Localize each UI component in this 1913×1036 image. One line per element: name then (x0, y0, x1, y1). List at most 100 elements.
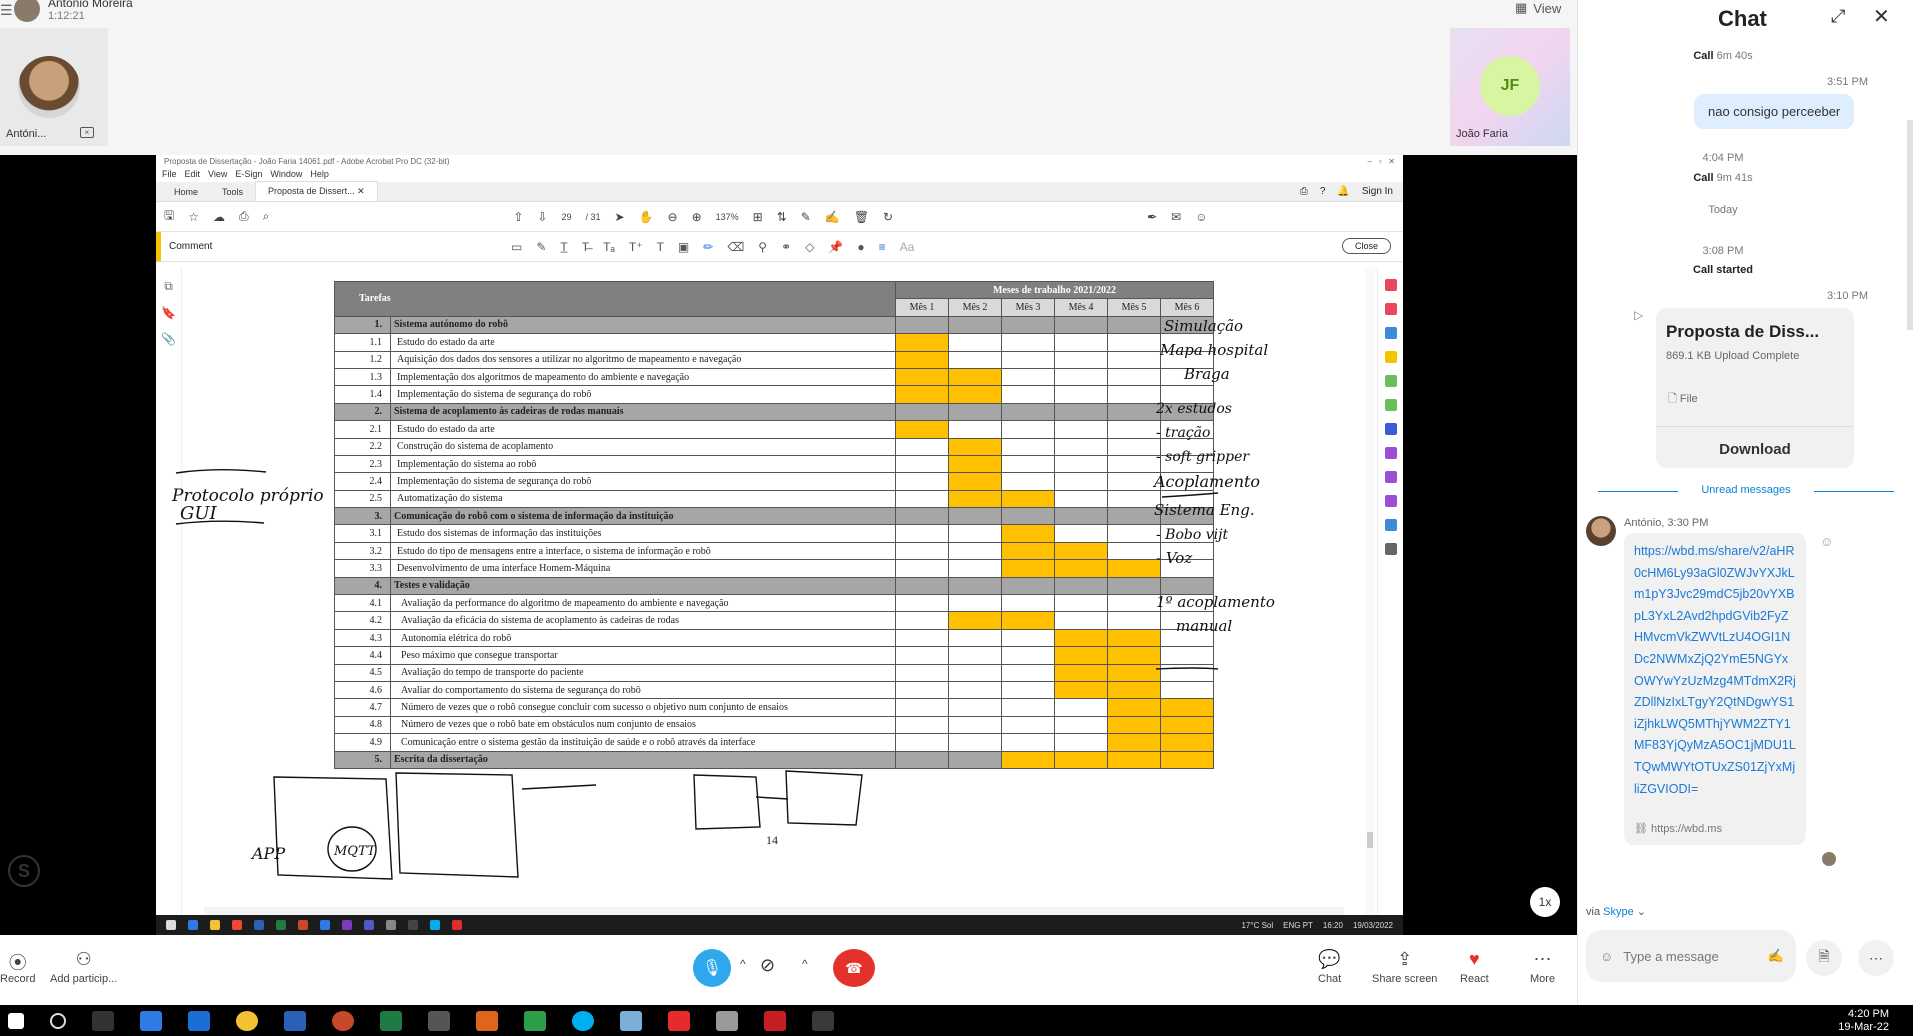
solidworks-icon[interactable] (764, 1010, 786, 1031)
folder-icon[interactable] (210, 920, 220, 930)
next-page-icon[interactable]: ⇩ (537, 210, 547, 224)
playback-speed-button[interactable]: 1x (1530, 887, 1560, 917)
print-icon[interactable]: ⎙ (239, 209, 249, 224)
chat-button[interactable]: 💬 Chat (1318, 949, 1341, 985)
zoom-level[interactable]: 137% (716, 212, 739, 222)
via-app[interactable]: Skype (1603, 906, 1634, 918)
rotate-icon[interactable]: ↻ (883, 210, 893, 224)
vertical-scrollbar[interactable] (1365, 267, 1375, 915)
protect-icon[interactable] (1384, 423, 1397, 435)
mail-icon[interactable]: ✉ (1171, 210, 1181, 224)
onenote-icon[interactable] (342, 920, 352, 930)
mail-icon[interactable] (188, 1010, 210, 1031)
line-width-icon[interactable]: ≡ (879, 240, 886, 254)
expand-icon[interactable]: ⤢ (1831, 6, 1845, 27)
window-controls[interactable]: – ▫ ✕ (1368, 157, 1395, 167)
app-icon[interactable] (620, 1010, 642, 1031)
create-pdf-icon[interactable] (1384, 279, 1397, 291)
save-icon[interactable]: 🖫 (164, 206, 174, 227)
app-icon[interactable] (716, 1010, 738, 1031)
share-screen-button[interactable]: ⇪ Share screen (1372, 949, 1437, 985)
file-card[interactable]: Proposta de Diss... 869.1 KB Upload Comp… (1656, 308, 1854, 468)
bell-icon[interactable]: 🔔 (1337, 186, 1349, 197)
pin-icon[interactable]: 📌 (828, 240, 843, 254)
profile-icon[interactable]: ☺ (1195, 210, 1207, 224)
windows-start-icon[interactable] (8, 1012, 24, 1029)
close-comment-button[interactable]: Close (1341, 238, 1391, 254)
scroll-icon[interactable]: ⇅ (777, 210, 787, 224)
attach-icon[interactable]: ⚭ (781, 240, 791, 254)
app-icon[interactable] (408, 920, 418, 930)
pen-icon[interactable]: ✍ (1768, 948, 1784, 964)
edit-pdf-icon[interactable] (1384, 327, 1397, 339)
more-button[interactable]: ⋯ More (1530, 949, 1555, 985)
search-icon[interactable] (50, 1012, 66, 1029)
shapes-icon[interactable]: ◇ (805, 240, 814, 254)
task-view-icon[interactable] (92, 1010, 114, 1031)
powerpoint-icon[interactable] (298, 920, 308, 930)
app-icon[interactable] (428, 1010, 450, 1031)
mic-options-chevron-icon[interactable]: ^ (740, 957, 746, 971)
menu-edit[interactable]: Edit (185, 169, 201, 182)
end-call-button[interactable]: ☎ (833, 949, 875, 987)
system-clock[interactable]: 4:20 PM 19-Mar-22 (1838, 1008, 1889, 1034)
emoji-icon[interactable]: ☺ (1600, 949, 1613, 964)
chat-scrollbar[interactable] (1907, 120, 1913, 330)
horizontal-scrollbar[interactable] (204, 907, 1344, 915)
mic-button[interactable]: 🎙 (693, 949, 731, 987)
app-icon[interactable] (476, 1010, 498, 1031)
attachment-icon[interactable]: 📎 (156, 332, 181, 346)
underline-icon[interactable]: T̲ (560, 240, 567, 254)
export-icon[interactable] (1384, 375, 1397, 387)
select-icon[interactable]: ➤ (615, 210, 625, 224)
upload-icon[interactable]: ☁ (213, 210, 225, 224)
sign-icon[interactable]: ✍ (825, 210, 840, 224)
excel-icon[interactable] (276, 920, 286, 930)
app-icon[interactable] (386, 920, 396, 930)
message-input[interactable]: ☺ Type a message ✍ (1586, 930, 1796, 982)
app-icon[interactable] (524, 1010, 546, 1031)
add-reaction-icon[interactable]: ☺ (1820, 534, 1833, 549)
zoom-out-icon[interactable]: ⊖ (668, 210, 678, 224)
camera-options-chevron-icon[interactable]: ^ (802, 957, 808, 971)
windows-start-icon[interactable] (166, 920, 176, 930)
eraser-icon[interactable]: ⌫ (727, 240, 744, 254)
my-message[interactable]: nao consigo perceeber (1694, 94, 1855, 129)
skype-icon[interactable] (430, 920, 440, 930)
menu-view[interactable]: View (208, 169, 227, 182)
search-icon[interactable]: ⌕ (263, 209, 270, 224)
textbox-icon[interactable]: ▣ (678, 240, 689, 254)
bookmark-icon[interactable]: 🔖 (156, 306, 181, 320)
link-message[interactable]: https://wbd.ms/share/v2/aHR0cHM6Ly93aGl0… (1624, 533, 1806, 845)
send-icon[interactable] (1384, 471, 1397, 483)
add-participants-button[interactable]: ⚇ Add particip... (50, 949, 117, 985)
sign-in-link[interactable]: Sign In (1362, 186, 1393, 197)
request-icon[interactable] (1384, 495, 1397, 507)
font-icon[interactable]: Aa (900, 240, 915, 254)
zoom-in-icon[interactable]: ⊕ (692, 210, 702, 224)
edit-icon[interactable]: ✒ (1147, 210, 1157, 224)
tab-tools[interactable]: Tools (210, 183, 255, 201)
pages-icon[interactable]: ⧉ (156, 279, 181, 294)
word-icon[interactable] (254, 920, 264, 930)
fit-icon[interactable]: ⊞ (753, 210, 763, 224)
teams-icon[interactable] (364, 920, 374, 930)
chrome-icon[interactable] (232, 920, 242, 930)
star-icon[interactable]: ☆ (188, 210, 199, 224)
page-input[interactable]: 29 (561, 212, 571, 222)
word-icon[interactable] (284, 1010, 306, 1031)
organize-icon[interactable] (1384, 399, 1397, 411)
prev-page-icon[interactable]: ⇧ (513, 210, 523, 224)
close-icon[interactable]: ✕ (1873, 4, 1890, 29)
skype-icon[interactable] (572, 1010, 594, 1031)
react-button[interactable]: ♥ React (1460, 949, 1489, 985)
download-button[interactable]: Download (1656, 426, 1854, 458)
menu-file[interactable]: File (162, 169, 177, 182)
highlight-icon[interactable]: ✎ (536, 240, 546, 254)
chrome-icon[interactable] (236, 1010, 258, 1031)
comment-tool-icon[interactable] (1384, 351, 1397, 363)
powerpoint-icon[interactable] (332, 1010, 354, 1031)
combine-icon[interactable] (1384, 303, 1397, 315)
more-options-button[interactable]: ⋯ (1858, 940, 1894, 976)
help-icon[interactable]: ? (1320, 186, 1326, 197)
